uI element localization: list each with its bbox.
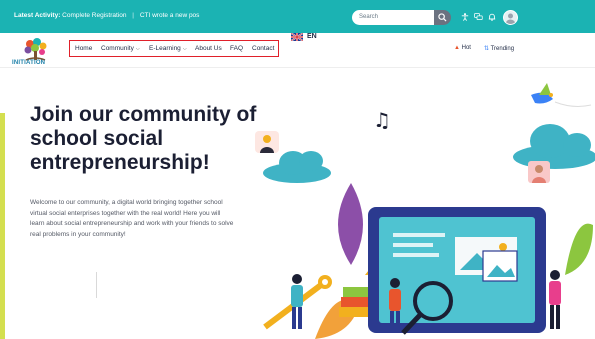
search-placeholder: Search [359, 14, 379, 20]
top-bar: Latest Activity: Complete Registration |… [0, 0, 595, 33]
person-bubble-icon [528, 161, 550, 183]
nav-item-e-learning[interactable]: E-Learning ⌵ [149, 45, 187, 52]
nav-item-contact[interactable]: Contact [252, 45, 274, 52]
nav-item-community[interactable]: Community ⌵ [101, 45, 140, 52]
messages-icon[interactable] [474, 13, 483, 21]
leaf-shape [338, 183, 363, 265]
activity-separator: | [132, 12, 134, 19]
trending-icon: ⇅ [484, 46, 490, 52]
person-figure [549, 270, 561, 329]
trending-label: Trending [490, 46, 515, 52]
avatar[interactable] [503, 10, 518, 25]
nav-item-label: Community [101, 45, 134, 52]
accessibility-icon[interactable] [461, 13, 469, 21]
logo-text[interactable]: INITIATION [12, 60, 45, 66]
trending-link[interactable]: ⇅ Trending [484, 45, 514, 52]
header-divider [0, 67, 595, 68]
bell-icon[interactable] [488, 13, 496, 21]
music-notes-icon: ♫ [373, 108, 391, 132]
hero-illustration: ♫ [255, 83, 595, 339]
cloud-left [263, 151, 331, 183]
latest-activity: Latest Activity: Complete Registration |… [14, 12, 199, 19]
nav-item-about-us[interactable]: About Us [195, 45, 222, 52]
search-input[interactable]: Search [352, 10, 434, 25]
tablet-illustration [368, 207, 546, 333]
divider-line [96, 272, 97, 298]
accent-bar [0, 113, 5, 339]
activity-link[interactable]: Complete Registration [62, 12, 126, 19]
nav-item-home[interactable]: Home [75, 45, 92, 52]
main-nav: Home Community ⌵ E-Learning ⌵ About Us FAQ… [69, 40, 279, 57]
nav-item-faq[interactable]: FAQ [230, 45, 243, 52]
hero-title: Join our community of school social entr… [30, 103, 257, 174]
latest-activity-label: Latest Activity: [14, 12, 61, 19]
language-selector[interactable]: EN [307, 33, 317, 40]
person-figure [291, 274, 303, 329]
activity-link[interactable]: CTI wrote a new pos [140, 12, 200, 19]
uk-flag-icon[interactable] [291, 33, 303, 41]
cloud-right [513, 124, 595, 169]
hero-text: Welcome to our community, a digital worl… [30, 199, 234, 238]
hot-label: Hot [461, 45, 471, 51]
leaf-shape [565, 223, 593, 275]
hot-link[interactable]: ▲ Hot [454, 45, 471, 51]
search-button[interactable] [434, 10, 451, 25]
fire-icon: ▲ [454, 45, 460, 51]
svg-text:♫: ♫ [373, 108, 391, 132]
search-icon [438, 13, 447, 22]
nav-item-label: E-Learning [149, 45, 181, 52]
bird-icon [531, 83, 592, 107]
person-bubble-icon [255, 131, 279, 153]
chevron-down-icon: ⌵ [135, 46, 140, 52]
chevron-down-icon: ⌵ [182, 46, 187, 52]
